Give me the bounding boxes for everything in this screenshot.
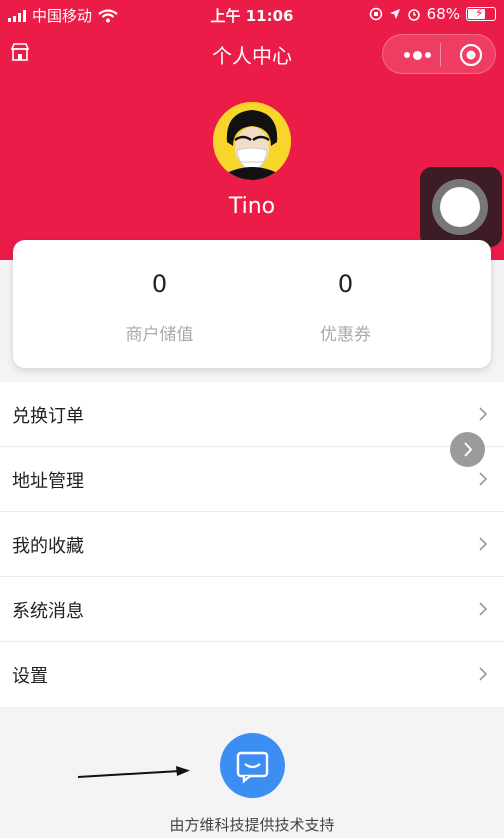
location-icon	[389, 9, 400, 19]
chevron-right-icon	[464, 442, 473, 457]
chevron-right-icon	[479, 472, 488, 486]
avatar[interactable]	[213, 102, 291, 180]
more-dots-icon[interactable]	[397, 43, 437, 67]
menu-item-label: 设置	[12, 666, 48, 687]
menu-list: 兑换订单 地址管理 我的收藏 系统消息 设置	[0, 382, 504, 707]
orientation-lock-icon	[369, 7, 382, 21]
menu-item-label: 兑换订单	[12, 406, 84, 427]
assistive-touch-dot	[440, 187, 480, 227]
annotation-arrow	[77, 766, 190, 778]
status-bar: 中国移动 上午 11:06 68% ⚡	[0, 0, 504, 28]
battery-percent: 68%	[426, 5, 460, 23]
menu-item-exchange-orders[interactable]: 兑换订单	[0, 382, 504, 447]
stat-label: 优惠券	[320, 325, 371, 345]
stats-card: 0 商户储值 0 优惠券	[13, 240, 491, 368]
menu-item-favorites[interactable]: 我的收藏	[0, 512, 504, 577]
footer-credit: 由方维科技提供技术支持	[169, 816, 335, 834]
chat-icon	[236, 751, 269, 784]
battery-icon: ⚡	[466, 6, 496, 21]
close-target-icon[interactable]	[459, 43, 483, 67]
menu-item-settings[interactable]: 设置	[0, 642, 504, 707]
stat-value: 0	[337, 270, 354, 298]
chevron-right-icon	[479, 602, 488, 616]
avatar-face-icon	[213, 102, 291, 180]
menu-item-label: 我的收藏	[12, 536, 84, 557]
menu-item-address[interactable]: 地址管理	[0, 447, 504, 512]
menu-item-label: 地址管理	[12, 471, 84, 492]
chevron-right-icon	[479, 407, 488, 421]
floating-next-button[interactable]	[450, 432, 485, 467]
menu-item-label: 系统消息	[12, 601, 84, 622]
assistive-touch-button[interactable]	[420, 167, 502, 247]
alarm-icon	[407, 9, 420, 21]
chat-button[interactable]	[220, 733, 285, 798]
chevron-right-icon	[479, 667, 488, 681]
chevron-right-icon	[479, 537, 488, 551]
nav-bar: 个人中心	[0, 32, 504, 74]
mini-program-capsule	[382, 34, 496, 74]
capsule-divider	[440, 43, 441, 67]
menu-item-messages[interactable]: 系统消息	[0, 577, 504, 642]
